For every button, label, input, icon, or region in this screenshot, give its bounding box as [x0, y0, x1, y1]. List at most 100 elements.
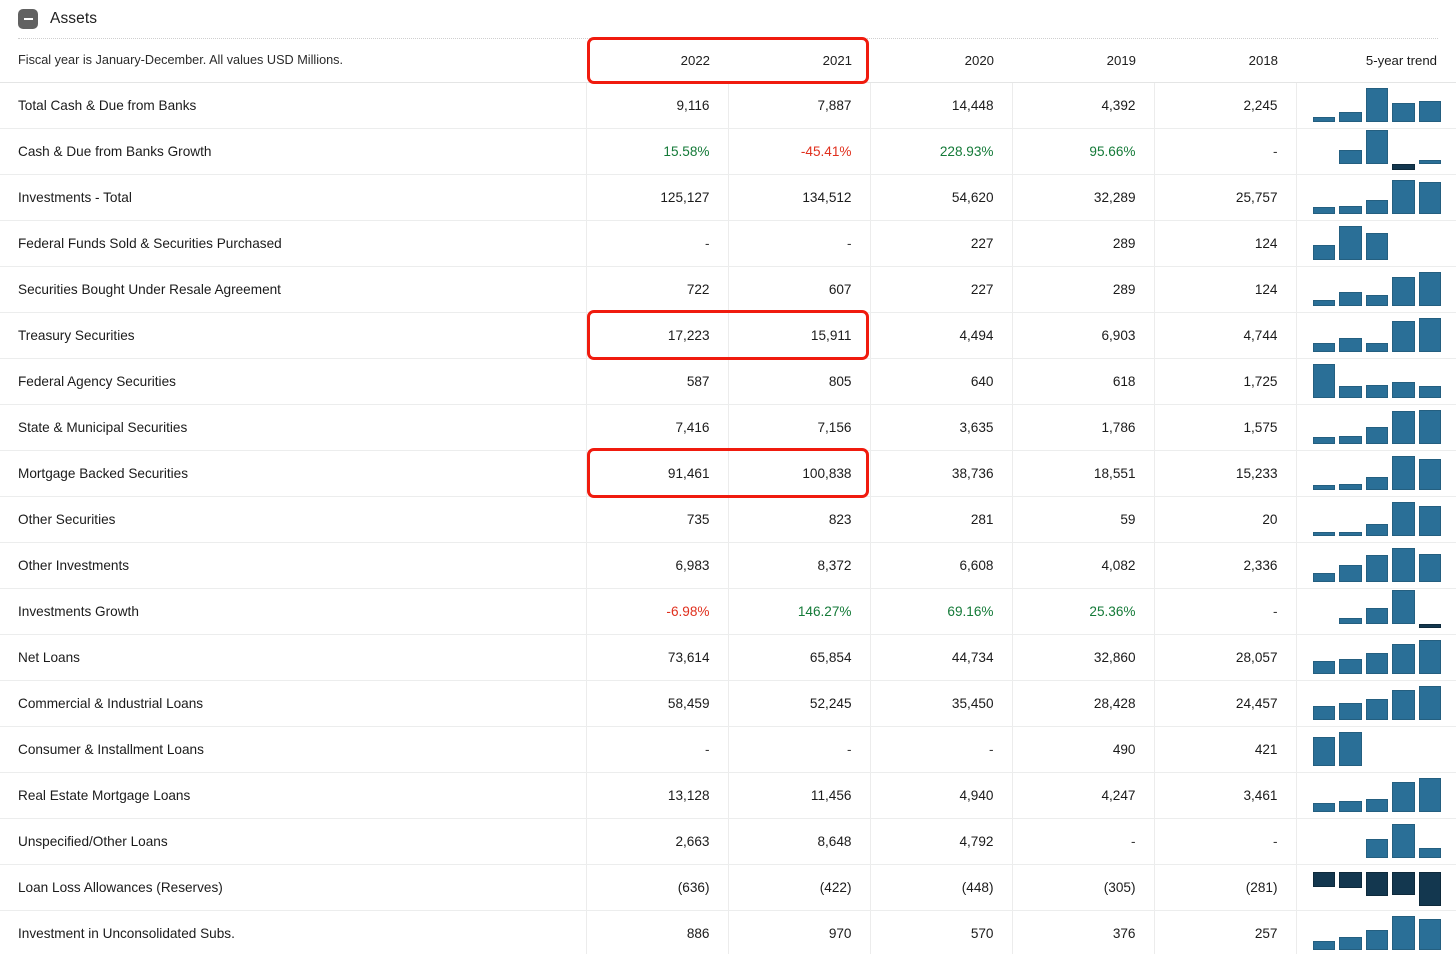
cell-2018: 15,233	[1153, 450, 1296, 497]
sparkline-bar	[1313, 636, 1336, 678]
sparkline-bar	[1365, 176, 1389, 218]
sparkline-bar	[1339, 544, 1362, 586]
section-title: Assets	[50, 10, 98, 27]
cell-2018: 1,725	[1153, 358, 1296, 405]
row-label: Loan Loss Allowances (Reserves)	[0, 864, 586, 911]
sparkline	[1313, 176, 1442, 218]
cell-2019: 4,392	[1011, 82, 1154, 129]
cell-2018: 257	[1153, 910, 1296, 954]
sparkline-bar	[1392, 866, 1415, 908]
cell-2021: 11,456	[727, 772, 870, 819]
cell-2019: 59	[1011, 496, 1154, 543]
cell-2018: -	[1153, 818, 1296, 865]
sparkline-bar	[1418, 866, 1442, 908]
table-row: Investments - Total 125,127 134,512 54,620 3…	[0, 174, 1456, 221]
table-row: Federal Funds Sold & Securities Purchase…	[0, 220, 1456, 267]
sparkline-bar	[1365, 774, 1389, 816]
cell-2022: 73,614	[585, 634, 728, 681]
sparkline	[1313, 820, 1442, 862]
sparkline	[1313, 590, 1442, 632]
row-trend	[1295, 128, 1456, 175]
cell-2021: 823	[727, 496, 870, 543]
cell-2018: 3,461	[1153, 772, 1296, 819]
column-header-2020[interactable]: 2020	[870, 39, 1012, 83]
sparkline-bar	[1339, 636, 1362, 678]
cell-2019: 32,289	[1011, 174, 1154, 221]
sparkline-bar	[1313, 360, 1336, 402]
sparkline	[1313, 774, 1442, 816]
table-row: Consumer & Installment Loans - - -490 421	[0, 726, 1456, 773]
cell-2018: 25,757	[1153, 174, 1296, 221]
cell-2021: 52,245	[727, 680, 870, 727]
sparkline-bar	[1418, 636, 1442, 678]
column-header-2021[interactable]: 2021	[728, 39, 870, 83]
sparkline-bar	[1365, 84, 1389, 126]
cell-2020: 14,448	[869, 82, 1012, 129]
sparkline-bar	[1392, 636, 1415, 678]
row-label: Investments - Total	[0, 174, 586, 221]
cell-2022: 125,127	[585, 174, 728, 221]
sparkline-bar	[1365, 360, 1389, 402]
sparkline-bar	[1418, 912, 1442, 954]
cell-2020: 35,450	[869, 680, 1012, 727]
cell-2021: 607	[727, 266, 870, 313]
cell-2018: 4,744	[1153, 312, 1296, 359]
row-trend	[1295, 680, 1456, 727]
cell-2021: 7,156	[727, 404, 870, 451]
row-label: Total Cash & Due from Banks	[0, 82, 586, 129]
cell-2022: 7,416	[585, 404, 728, 451]
sparkline-bar	[1339, 406, 1362, 448]
cell-2020: 44,734	[869, 634, 1012, 681]
cell-2019: 18,551	[1011, 450, 1154, 497]
row-trend	[1295, 496, 1456, 543]
cell-2020: 4,940	[869, 772, 1012, 819]
sparkline-bar	[1313, 222, 1336, 264]
sparkline-bar	[1418, 314, 1442, 356]
cell-2019: 25.36%	[1011, 588, 1154, 635]
sparkline-bar	[1418, 130, 1442, 172]
column-header-2018[interactable]: 2018	[1154, 39, 1296, 83]
row-trend	[1295, 174, 1456, 221]
sparkline	[1313, 268, 1442, 310]
sparkline-bar	[1339, 130, 1362, 172]
cell-2022: 735	[585, 496, 728, 543]
cell-2021: 134,512	[727, 174, 870, 221]
cell-2020: 54,620	[869, 174, 1012, 221]
row-label: Other Securities	[0, 496, 586, 543]
cell-2021: 805	[727, 358, 870, 405]
sparkline-bar	[1339, 222, 1362, 264]
column-header-2022[interactable]: 2022	[586, 39, 728, 83]
sparkline	[1313, 222, 1441, 264]
row-label: Consumer & Installment Loans	[0, 726, 586, 773]
cell-2020: 4,494	[869, 312, 1012, 359]
cell-2019: 490	[1011, 726, 1154, 773]
sparkline-bar	[1365, 590, 1389, 632]
sparkline-bar	[1392, 452, 1415, 494]
row-trend	[1295, 542, 1456, 589]
row-trend	[1295, 82, 1456, 129]
sparkline-bar	[1313, 682, 1336, 724]
table-body: Total Cash & Due from Banks 9,116 7,887 14,…	[0, 82, 1456, 954]
sparkline-bar	[1365, 544, 1389, 586]
cell-2022: 6,983	[585, 542, 728, 589]
sparkline-bar	[1339, 452, 1362, 494]
table-row: State & Municipal Securities 7,416 7,156 3,…	[0, 404, 1456, 451]
row-label: Other Investments	[0, 542, 586, 589]
financial-table: Fiscal year is January-December. All val…	[0, 39, 1456, 954]
column-header-2019[interactable]: 2019	[1012, 39, 1154, 83]
row-trend	[1295, 220, 1456, 267]
row-label: Mortgage Backed Securities	[0, 450, 586, 497]
sparkline-bar	[1313, 774, 1336, 816]
table-header-row: Fiscal year is January-December. All val…	[0, 39, 1456, 83]
row-trend	[1295, 910, 1456, 954]
cell-2020: 227	[869, 220, 1012, 267]
cell-2018: 24,457	[1153, 680, 1296, 727]
minus-collapse-icon[interactable]	[18, 9, 38, 29]
cell-2019: 95.66%	[1011, 128, 1154, 175]
cell-2022: 17,223	[585, 312, 728, 359]
sparkline-bar	[1313, 406, 1336, 448]
sparkline-bar	[1392, 406, 1415, 448]
row-trend	[1295, 312, 1456, 359]
row-trend	[1295, 864, 1456, 911]
cell-2018: 2,245	[1153, 82, 1296, 129]
